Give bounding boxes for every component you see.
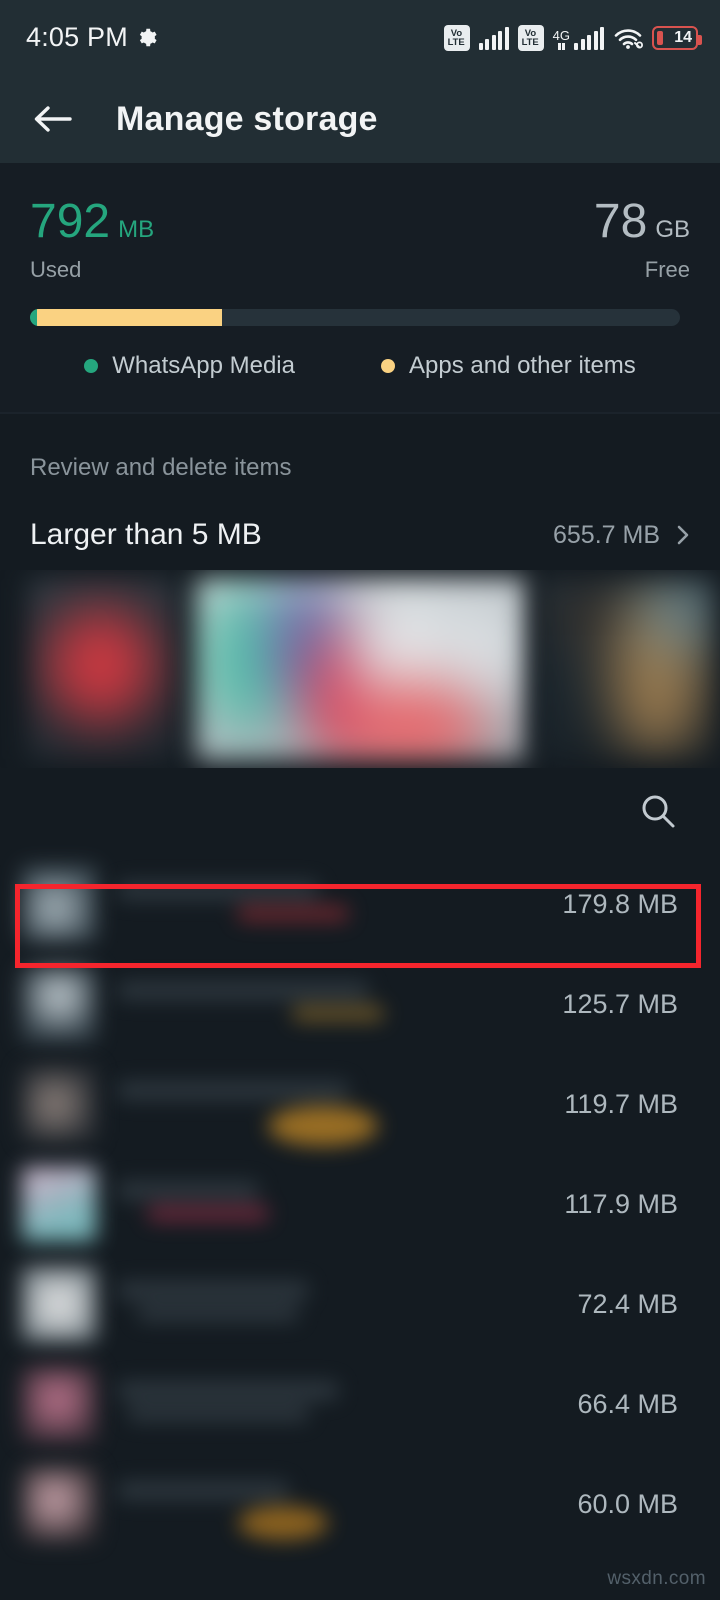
volte-sim2-icon: Vo LTE xyxy=(517,24,544,51)
item-meta xyxy=(118,1174,564,1234)
search-icon[interactable] xyxy=(638,791,678,831)
search-row xyxy=(0,768,720,854)
used-caption: Used xyxy=(30,257,82,282)
usage-segment-apps xyxy=(36,309,222,326)
item-meta xyxy=(118,1274,577,1334)
media-items-list: 179.8 MB 125.7 MB 119.7 MB 117.9 MB 72.4 xyxy=(0,854,720,1554)
larger-than-label: Larger than 5 MB xyxy=(30,518,262,551)
storage-figures: 792 MB Used 78 GB Free xyxy=(30,197,690,283)
larger-than-size: 655.7 MB xyxy=(552,520,660,549)
preview-thumbnail[interactable] xyxy=(540,578,715,760)
back-arrow-icon[interactable] xyxy=(30,99,74,139)
gear-icon xyxy=(138,27,159,48)
storage-usage-bar xyxy=(30,309,680,326)
larger-than-right: 655.7 MB xyxy=(553,521,690,550)
chevron-right-icon xyxy=(676,524,690,546)
status-bar: 4:05 PM Vo LTE Vo LTE 4G 14 xyxy=(0,0,720,75)
item-size: 66.4 MB xyxy=(577,1388,678,1419)
legend-item-whatsapp-media: WhatsApp Media xyxy=(84,352,295,380)
status-bar-right: Vo LTE Vo LTE 4G 14 xyxy=(443,24,702,51)
storage-legend: WhatsApp Media Apps and other items xyxy=(30,352,690,412)
volte-sim1-icon: Vo LTE xyxy=(443,24,470,51)
item-meta xyxy=(118,974,562,1034)
review-section: Review and delete items Larger than 5 MB… xyxy=(0,414,720,552)
item-size: 125.7 MB xyxy=(562,988,678,1019)
item-size: 60.0 MB xyxy=(577,1488,678,1519)
review-section-title: Review and delete items xyxy=(30,454,292,481)
preview-thumbnail[interactable] xyxy=(196,578,526,760)
used-value: 792 xyxy=(30,195,111,248)
status-bar-left: 4:05 PM xyxy=(26,22,159,53)
table-row[interactable]: 60.0 MB xyxy=(0,1454,720,1554)
item-thumbnail xyxy=(22,1467,96,1541)
item-meta xyxy=(118,1074,564,1146)
free-caption: Free xyxy=(644,257,690,282)
free-value: 78 xyxy=(593,195,648,248)
item-thumbnail xyxy=(22,1067,96,1141)
item-thumbnail xyxy=(22,1167,96,1241)
table-row[interactable]: 119.7 MB xyxy=(0,1054,720,1154)
table-row[interactable]: 72.4 MB xyxy=(0,1254,720,1354)
table-row[interactable]: 179.8 MB xyxy=(0,854,720,954)
media-preview-strip[interactable] xyxy=(0,570,720,768)
preview-thumbnail[interactable] xyxy=(28,578,178,760)
used-unit: MB xyxy=(118,216,155,243)
signal-strength-sim1-icon xyxy=(478,26,509,50)
wifi-icon xyxy=(613,26,643,50)
storage-summary: 792 MB Used 78 GB Free WhatsApp Media Apps… xyxy=(0,163,720,412)
legend-dot-media xyxy=(84,359,99,373)
item-size: 72.4 MB xyxy=(577,1288,678,1319)
signal-strength-sim2-icon: 4G xyxy=(553,26,604,50)
table-row[interactable]: 66.4 MB xyxy=(0,1354,720,1454)
app-bar: Manage storage xyxy=(0,75,720,163)
watermark: wsxdn.com xyxy=(607,1568,706,1589)
legend-dot-apps xyxy=(380,359,395,373)
status-bar-clock: 4:05 PM xyxy=(26,22,128,52)
item-size: 117.9 MB xyxy=(564,1188,678,1219)
legend-item-apps: Apps and other items xyxy=(380,352,636,380)
free-unit: GB xyxy=(655,216,690,243)
larger-than-5mb-row[interactable]: Larger than 5 MB 655.7 MB xyxy=(30,518,690,552)
item-meta xyxy=(118,1374,577,1434)
legend-label-media: WhatsApp Media xyxy=(112,352,295,379)
used-storage: 792 MB Used xyxy=(30,197,154,283)
item-meta xyxy=(118,1474,577,1540)
network-generation-label: 4G xyxy=(553,29,570,50)
item-thumbnail xyxy=(22,1267,96,1341)
free-storage: 78 GB Free xyxy=(594,197,690,283)
table-row[interactable]: 117.9 MB xyxy=(0,1154,720,1254)
battery-percent-label: 14 xyxy=(674,28,692,46)
item-thumbnail xyxy=(22,867,96,941)
item-thumbnail xyxy=(22,1367,96,1441)
item-meta xyxy=(118,874,562,934)
page-title: Manage storage xyxy=(116,99,378,138)
legend-label-apps: Apps and other items xyxy=(408,352,636,379)
item-size: 179.8 MB xyxy=(562,888,678,919)
item-thumbnail xyxy=(22,967,96,1041)
battery-icon: 14 xyxy=(652,25,702,50)
table-row[interactable]: 125.7 MB xyxy=(0,954,720,1054)
item-size: 119.7 MB xyxy=(564,1088,678,1119)
